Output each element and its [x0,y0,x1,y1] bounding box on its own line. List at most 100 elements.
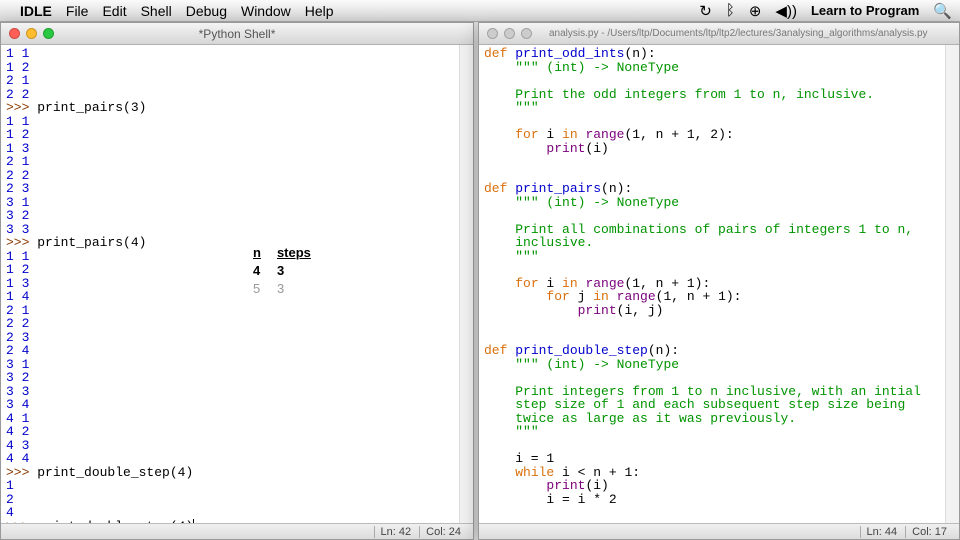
minimize-icon[interactable] [26,28,37,39]
code-line [484,155,941,169]
editor-scrollbar[interactable] [945,45,959,523]
menu-edit[interactable]: Edit [102,3,126,19]
shell-line: 1 2 [6,61,455,75]
shell-line: 2 4 [6,344,455,358]
close-icon[interactable] [9,28,20,39]
editor-traffic-lights [479,28,532,39]
code-line: for i in range(1, n + 1): [484,277,941,291]
table-header-steps: steps [277,245,325,261]
menu-help[interactable]: Help [305,3,334,19]
bluetooth-icon[interactable]: ᛒ [726,2,735,19]
code-line: i = i * 2 [484,493,941,507]
close-icon[interactable] [487,28,498,39]
menubar-left: IDLE File Edit Shell Debug Window Help [8,3,348,19]
code-line: """ (int) -> NoneType [484,196,941,210]
shell-line: 1 2 [6,128,455,142]
code-line: def print_pairs(n): [484,182,941,196]
code-line: for i in range(1, n + 1, 2): [484,128,941,142]
menubar-right: ↻ ᛒ ⊕ ◀)) Learn to Program 🔍 [699,2,952,20]
shell-line: 2 3 [6,182,455,196]
shell-line: 1 4 [6,290,455,304]
python-shell-window: *Python Shell* 1 11 22 12 2>>> print_pai… [0,22,474,540]
editor-titlebar[interactable]: analysis.py - /Users/ltp/Documents/ltp/l… [479,23,959,45]
code-line: while i < n + 1: [484,466,941,480]
shell-line: 2 1 [6,304,455,318]
shell-line: 4 [6,506,455,520]
zoom-icon[interactable] [521,28,532,39]
shell-traffic-lights [1,28,54,39]
shell-line: 2 [6,493,455,507]
shell-line: 1 [6,479,455,493]
shell-line: 3 3 [6,223,455,237]
shell-line: 2 3 [6,331,455,345]
shell-scrollbar[interactable] [459,45,473,523]
shell-title: *Python Shell* [1,27,473,41]
shell-line: >>> print_pairs(4) [6,236,455,250]
shell-col-label: Col: 24 [419,526,467,538]
shell-line: >>> print_double_step(4) [6,520,455,524]
shell-line: >>> print_pairs(3) [6,101,455,115]
shell-line: 3 2 [6,209,455,223]
volume-icon[interactable]: ◀)) [775,2,797,20]
code-line: print(i, j) [484,304,941,318]
editor-body[interactable]: def print_odd_ints(n): """ (int) -> None… [479,45,959,523]
editor-window: analysis.py - /Users/ltp/Documents/ltp/l… [478,22,960,540]
menu-app-name[interactable]: IDLE [20,3,52,19]
code-line: inclusive. [484,236,941,250]
code-line: Print all combinations of pairs of integ… [484,223,941,237]
menu-debug[interactable]: Debug [186,3,227,19]
code-line: """ [484,425,941,439]
shell-line-label: Ln: 42 [374,526,418,538]
wifi-icon[interactable]: ⊕ [749,2,762,20]
code-line: def print_odd_ints(n): [484,47,941,61]
shell-line: 4 1 [6,412,455,426]
code-line [484,317,941,331]
shell-line: 2 2 [6,317,455,331]
menu-file[interactable]: File [66,3,89,19]
editor-code-area[interactable]: def print_odd_ints(n): """ (int) -> None… [480,45,945,523]
code-line [484,209,941,223]
shell-line: 1 3 [6,142,455,156]
editor-statusbar: Ln: 44 Col: 17 [479,523,959,539]
shell-line: >>> print_double_step(4) [6,466,455,480]
shell-line: 3 1 [6,196,455,210]
shell-line: 2 2 [6,169,455,183]
table-row: 43 [253,263,325,279]
shell-line: 2 2 [6,88,455,102]
shell-line: 1 3 [6,277,455,291]
shell-line: 1 1 [6,47,455,61]
spotlight-icon[interactable]: 🔍 [933,2,952,20]
shell-line: 4 3 [6,439,455,453]
minimize-icon[interactable] [504,28,515,39]
shell-line: 2 1 [6,155,455,169]
code-line: """ (int) -> NoneType [484,358,941,372]
shell-titlebar[interactable]: *Python Shell* [1,23,473,45]
code-line: """ [484,250,941,264]
shell-line: 1 1 [6,115,455,129]
shell-editor[interactable]: 1 11 22 12 2>>> print_pairs(3)1 11 21 32… [1,45,473,523]
complexity-table: n steps 43 53 [251,243,327,299]
code-line: """ (int) -> NoneType [484,61,941,75]
code-line [484,263,941,277]
zoom-icon[interactable] [43,28,54,39]
time-machine-icon[interactable]: ↻ [699,2,712,20]
shell-line: 3 2 [6,371,455,385]
desktop: *Python Shell* 1 11 22 12 2>>> print_pai… [0,22,960,540]
code-line [484,331,941,345]
table-row: 53 [253,281,325,297]
shell-code-area[interactable]: 1 11 22 12 2>>> print_pairs(3)1 11 21 32… [2,45,459,523]
code-line [484,169,941,183]
code-line: step size of 1 and each subsequent step … [484,398,941,412]
code-line [484,74,941,88]
menu-window[interactable]: Window [241,3,291,19]
shell-line: 1 1 [6,250,455,264]
menu-right-text[interactable]: Learn to Program [811,3,919,18]
mac-menubar: IDLE File Edit Shell Debug Window Help ↻… [0,0,960,22]
code-line: for j in range(1, n + 1): [484,290,941,304]
code-line: """ [484,101,941,115]
table-header-n: n [253,245,275,261]
shell-line: 2 1 [6,74,455,88]
code-line: i = 1 [484,452,941,466]
code-line: def print_double_step(n): [484,344,941,358]
menu-shell[interactable]: Shell [141,3,172,19]
